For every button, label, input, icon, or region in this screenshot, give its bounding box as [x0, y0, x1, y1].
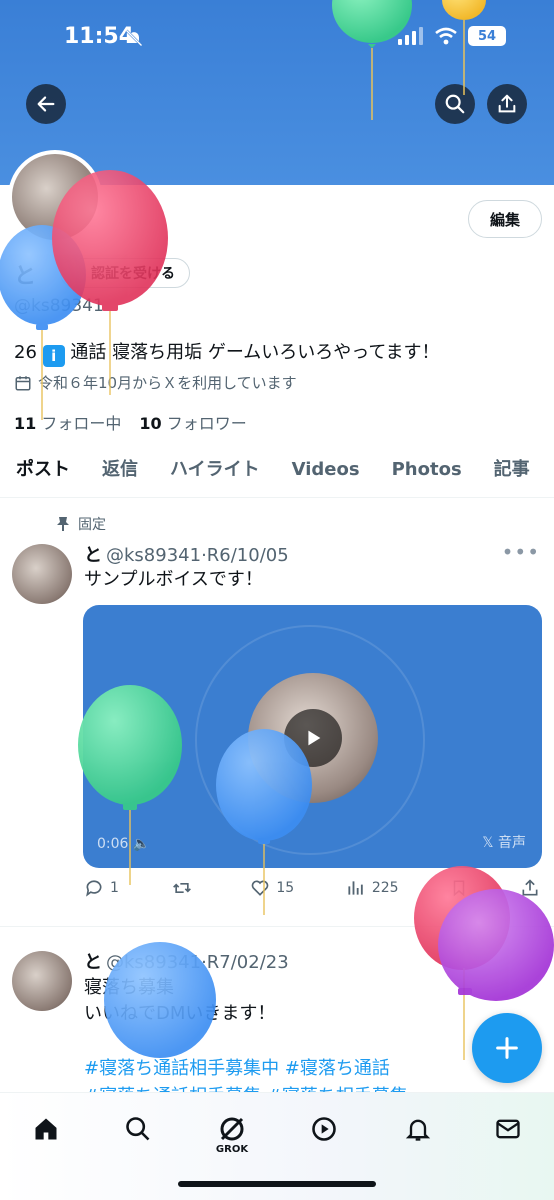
- balloon-green-top: [332, 0, 412, 120]
- balloon-blue-bottom: [104, 942, 216, 1058]
- play-circle-icon: [312, 1117, 336, 1141]
- home-indicator: [178, 1181, 376, 1187]
- grok-label: GROK: [215, 1144, 249, 1155]
- nav-explore[interactable]: [116, 1107, 160, 1151]
- nav-notifications[interactable]: [396, 1107, 440, 1151]
- compose-button[interactable]: [472, 1013, 542, 1083]
- nav-messages[interactable]: [486, 1107, 530, 1151]
- home-icon: [35, 1118, 57, 1140]
- plus-icon: [496, 1037, 518, 1059]
- bell-icon: [405, 1119, 431, 1141]
- balloon-green-mid: [78, 685, 182, 885]
- nav-video[interactable]: [302, 1107, 346, 1151]
- balloon-pink-left: [52, 170, 168, 395]
- search-icon: [126, 1117, 150, 1141]
- nav-grok[interactable]: GROK: [210, 1107, 254, 1155]
- balloon-blue-mid: [216, 729, 312, 915]
- balloon-purple-right: [438, 889, 554, 1001]
- grok-icon: [220, 1117, 244, 1141]
- birthday-balloons-overlay: [0, 0, 554, 1060]
- mail-icon: [496, 1119, 520, 1139]
- balloon-yellow-top: [442, 0, 486, 95]
- nav-home[interactable]: [24, 1107, 68, 1151]
